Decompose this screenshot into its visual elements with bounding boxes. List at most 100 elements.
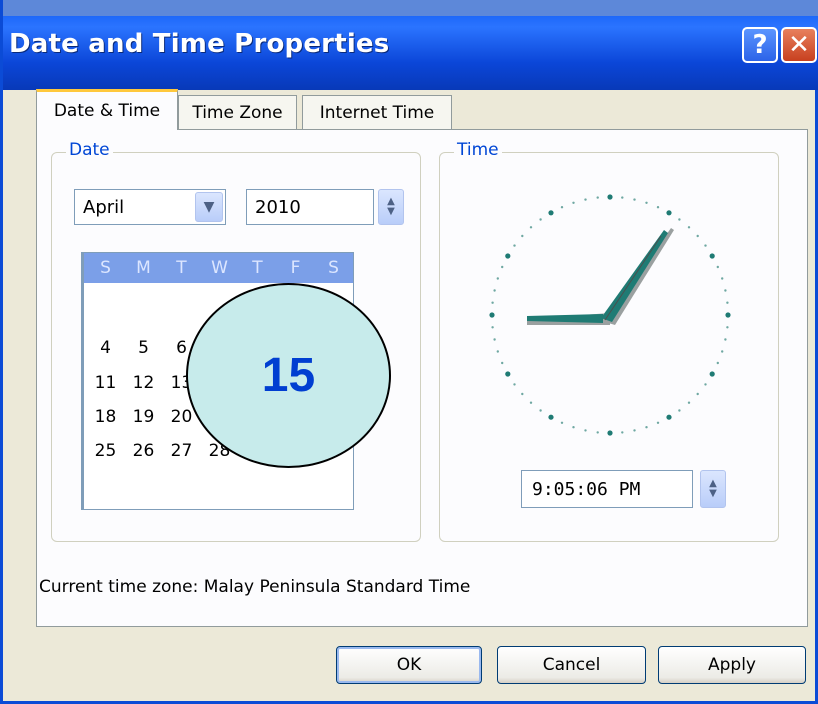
clock-minute-tick [596, 196, 599, 199]
clock-minute-tick [521, 234, 524, 238]
tab-internet-time[interactable]: Internet Time [302, 95, 452, 129]
clock-minute-tick [724, 338, 727, 341]
time-value: 9:05:06 PM [532, 478, 641, 500]
clock-minute-tick [656, 206, 660, 209]
clock-hour-tick [548, 210, 554, 216]
clock-minute-tick [678, 409, 681, 412]
clock-minute-tick [721, 350, 724, 353]
help-button[interactable]: ? [742, 27, 778, 63]
close-icon: ✕ [788, 30, 810, 60]
calendar-day[interactable]: 12 [126, 373, 161, 393]
clock-minute-tick [496, 277, 499, 280]
clock-minute-tick [696, 392, 699, 396]
clock-minute-tick [493, 338, 496, 341]
clock-hour-tick [709, 253, 715, 259]
callout-badge: 15 [186, 283, 391, 468]
time-spinner[interactable]: ▲ ▼ [700, 470, 726, 508]
weekday-header: T [176, 258, 187, 278]
date-group-label: Date [66, 140, 113, 160]
weekday-header: F [290, 258, 301, 278]
date-time-properties-window: Date and Time Properties ? ✕ Date & Time… [0, 0, 818, 704]
calendar-day[interactable]: 18 [88, 407, 123, 427]
clock-hour-tick [666, 414, 672, 420]
clock-minute-tick [696, 234, 699, 238]
clock-hour-tick [725, 312, 731, 318]
clock-minute-tick [721, 277, 724, 280]
weekday-header: S [328, 258, 339, 278]
clock-minute-tick [687, 226, 691, 229]
clock-minute-tick [493, 289, 496, 292]
clock-minute-tick [521, 392, 524, 396]
clock-minute-tick [513, 244, 516, 247]
clock-minute-tick [572, 201, 575, 204]
clock-hour-tick [505, 253, 511, 259]
clock-minute-tick [496, 350, 499, 353]
clock-minute-tick [584, 429, 587, 432]
apply-button[interactable]: Apply [658, 646, 806, 684]
calendar-day[interactable]: 5 [126, 338, 161, 358]
calendar-day[interactable]: 26 [126, 441, 161, 461]
spin-down-icon[interactable]: ▼ [387, 207, 395, 217]
year-value: 2010 [255, 196, 301, 218]
month-value: April [83, 196, 125, 218]
clock-minute-tick [687, 401, 691, 404]
time-group-label: Time [454, 140, 502, 160]
tab-date-time[interactable]: Date & Time [36, 89, 178, 130]
clock-minute-tick [501, 361, 504, 365]
clock-minute-tick [529, 226, 533, 229]
weekday-header: M [136, 258, 151, 278]
clock-minute-tick [560, 206, 564, 209]
clock-minute-tick [572, 426, 575, 429]
month-dropdown[interactable]: April ▼ [74, 189, 226, 225]
clock-hour-tick [607, 430, 613, 436]
clock-minute-tick [501, 265, 504, 269]
title-bar[interactable]: Date and Time Properties ? ✕ [3, 0, 818, 90]
calendar-day[interactable]: 19 [126, 407, 161, 427]
clock-minute-tick [596, 431, 599, 434]
clock-minute-tick [633, 429, 636, 432]
clock-minute-tick [513, 383, 516, 386]
clock-hour-tick [666, 210, 672, 216]
clock-minute-tick [716, 361, 719, 365]
calendar-day[interactable]: 4 [88, 338, 123, 358]
clock-minute-tick [645, 426, 648, 429]
title-bar-strip [3, 0, 818, 16]
cancel-button[interactable]: Cancel [497, 646, 646, 684]
calendar-day[interactable]: 11 [88, 373, 123, 393]
spin-down-icon[interactable]: ▼ [709, 489, 717, 499]
clock-hour-tick [505, 371, 511, 377]
clock-minute-tick [704, 244, 707, 247]
year-spinner[interactable]: ▲ ▼ [378, 189, 404, 225]
clock-minute-tick [584, 198, 587, 201]
clock-hour-tick [709, 371, 715, 377]
clock-hour-tick [607, 194, 613, 200]
weekday-header: W [211, 258, 228, 278]
analog-clock [489, 194, 731, 436]
ok-button[interactable]: OK [336, 646, 482, 684]
weekday-header: S [100, 258, 111, 278]
current-time-zone-text: Current time zone: Malay Peninsula Stand… [39, 577, 471, 597]
clock-minute-tick [716, 265, 719, 269]
window-title: Date and Time Properties [9, 29, 390, 59]
clock-minute-tick [491, 301, 494, 304]
chevron-down-icon[interactable]: ▼ [195, 192, 223, 222]
clock-minute-tick [724, 289, 727, 292]
clock-minute-tick [726, 326, 729, 329]
clock-minute-tick [633, 198, 636, 201]
clock-minute-tick [704, 383, 707, 386]
clock-minute-tick [645, 201, 648, 204]
clock-hour-tick [548, 414, 554, 420]
clock-minute-tick [560, 421, 564, 424]
close-button[interactable]: ✕ [781, 27, 817, 63]
clock-minute-tick [678, 218, 681, 221]
year-field[interactable]: 2010 [246, 189, 374, 225]
calendar-day[interactable]: 27 [164, 441, 199, 461]
clock-minute-tick [621, 196, 624, 199]
weekday-header: T [252, 258, 263, 278]
clock-minute-tick [491, 326, 494, 329]
clock-minute-tick [656, 421, 660, 424]
calendar-day[interactable]: 25 [88, 441, 123, 461]
time-field[interactable]: 9:05:06 PM [521, 470, 693, 508]
clock-minute-tick [539, 409, 542, 412]
tab-time-zone[interactable]: Time Zone [178, 95, 297, 129]
